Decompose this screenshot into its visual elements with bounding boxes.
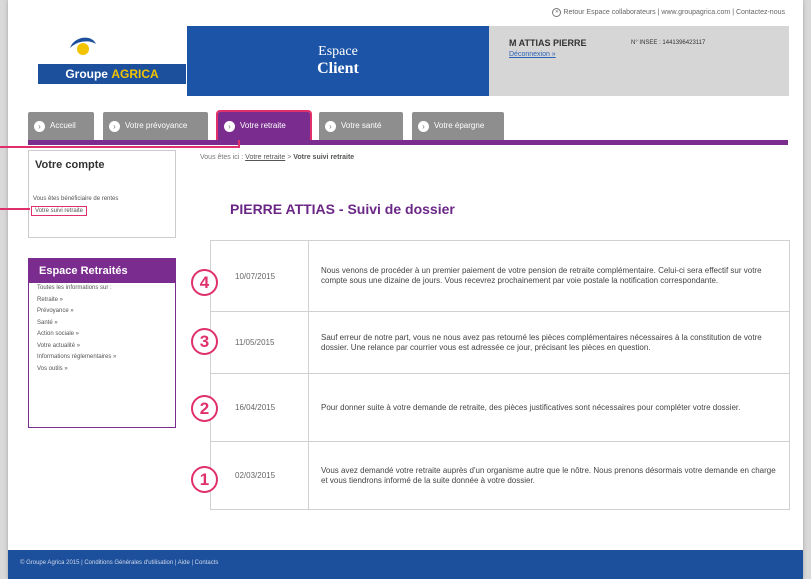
retraites-intro: Toutes les informations sur : <box>37 285 112 291</box>
retraites-link-outils[interactable]: Vos outils » <box>37 364 175 376</box>
tab-epargne[interactable]: › Votre épargne <box>412 112 504 140</box>
timeline-text: Nous venons de procéder à un premier pai… <box>321 266 762 285</box>
arrow-icon: » <box>552 8 562 17</box>
user-name: M ATTIAS PIERRE <box>509 38 587 48</box>
pointer-line-tab <box>0 146 20 148</box>
timeline-row: 11/05/2015 Sauf erreur de notre part, vo… <box>211 311 789 373</box>
espace-retraites-panel: Espace Retraités Toutes les informations… <box>28 258 176 428</box>
timeline-table: 10/07/2015 Nous venons de procéder à un … <box>210 240 790 510</box>
insee-number: N° INSEE : 1441396423117 <box>631 40 706 46</box>
retraites-link-prevoyance[interactable]: Prévoyance » <box>37 306 175 318</box>
timeline-text: Vous avez demandé votre retraite auprès … <box>321 465 776 485</box>
retraites-link-action-sociale[interactable]: Action sociale » <box>37 329 175 341</box>
tab-sante[interactable]: › Votre santé <box>319 112 403 140</box>
step-number-badge: 3 <box>191 328 218 355</box>
retraites-link-retraite[interactable]: Retraite » <box>37 295 175 307</box>
header-line2: Client <box>317 60 359 77</box>
breadcrumb: Vous êtes ici : Votre retraite > Votre s… <box>200 154 355 161</box>
arrow-icon: › <box>325 121 336 132</box>
timeline-row: 02/03/2015 Vous avez demandé votre retra… <box>211 441 789 509</box>
timeline-date: 11/05/2015 <box>211 312 309 373</box>
page-title: PIERRE ATTIAS - Suivi de dossier <box>230 201 455 217</box>
tab-underline <box>28 140 788 145</box>
header-line1: Espace <box>318 44 358 59</box>
espace-retraites-heading: Espace Retraités <box>29 259 175 283</box>
retraites-link-sante[interactable]: Santé » <box>37 318 175 330</box>
pointer-line-tab-v <box>238 140 240 148</box>
logo-text: Groupe AGRICA <box>38 64 186 84</box>
arrow-icon: › <box>109 121 120 132</box>
tab-retraite[interactable]: › Votre retraite <box>216 110 312 142</box>
retraites-link-actualite[interactable]: Votre actualité » <box>37 341 175 353</box>
pointer-line-link <box>0 208 30 210</box>
beneficiaire-link[interactable]: Vous êtes bénéficiaire de rentes <box>33 196 118 202</box>
pointer-line-tab-h <box>20 146 240 148</box>
breadcrumb-link[interactable]: Votre retraite <box>245 154 285 161</box>
timeline-date: 10/07/2015 <box>211 241 309 311</box>
tab-prevoyance[interactable]: › Votre prévoyance <box>103 112 208 140</box>
timeline-row: 10/07/2015 Nous venons de procéder à un … <box>211 241 789 311</box>
account-heading: Votre compte <box>35 159 105 171</box>
timeline-row: 16/04/2015 Pour donner suite à votre dem… <box>211 373 789 441</box>
tab-accueil[interactable]: › Accueil <box>28 112 94 140</box>
account-panel: Votre compte Vous êtes bénéficiaire de r… <box>28 150 176 238</box>
breadcrumb-current: Votre suivi retraite <box>293 154 355 161</box>
step-number-badge: 4 <box>191 269 218 296</box>
step-number-badge: 2 <box>191 395 218 422</box>
timeline-text: Sauf erreur de notre part, vous ne nous … <box>321 332 762 352</box>
step-number-badge: 1 <box>191 466 218 493</box>
top-links[interactable]: » Retour Espace collaborateurs | www.grou… <box>552 8 785 17</box>
agrica-swoosh-icon <box>70 37 96 55</box>
timeline-text: Pour donner suite à votre demande de ret… <box>321 402 741 412</box>
suivi-retraite-link[interactable]: Votre suivi retraite <box>31 206 88 216</box>
footer[interactable]: © Groupe Agrica 2015 | Conditions Généra… <box>8 550 803 579</box>
arrow-icon: › <box>224 121 235 132</box>
arrow-icon: › <box>418 121 429 132</box>
page: » Retour Espace collaborateurs | www.grou… <box>0 0 803 579</box>
retraites-link-informations[interactable]: Informations réglementaires » <box>37 352 175 364</box>
timeline-date: 16/04/2015 <box>211 374 309 441</box>
arrow-icon: › <box>34 121 45 132</box>
timeline-date: 02/03/2015 <box>211 442 309 509</box>
top-links-text[interactable]: Retour Espace collaborateurs | www.group… <box>563 9 785 16</box>
logout-link[interactable]: Déconnexion » <box>509 51 556 58</box>
header-band: Espace Client <box>187 26 489 96</box>
groupe-agrica-logo[interactable]: Groupe AGRICA <box>38 26 186 96</box>
user-box: M ATTIAS PIERRE Déconnexion » N° INSEE :… <box>489 26 789 96</box>
